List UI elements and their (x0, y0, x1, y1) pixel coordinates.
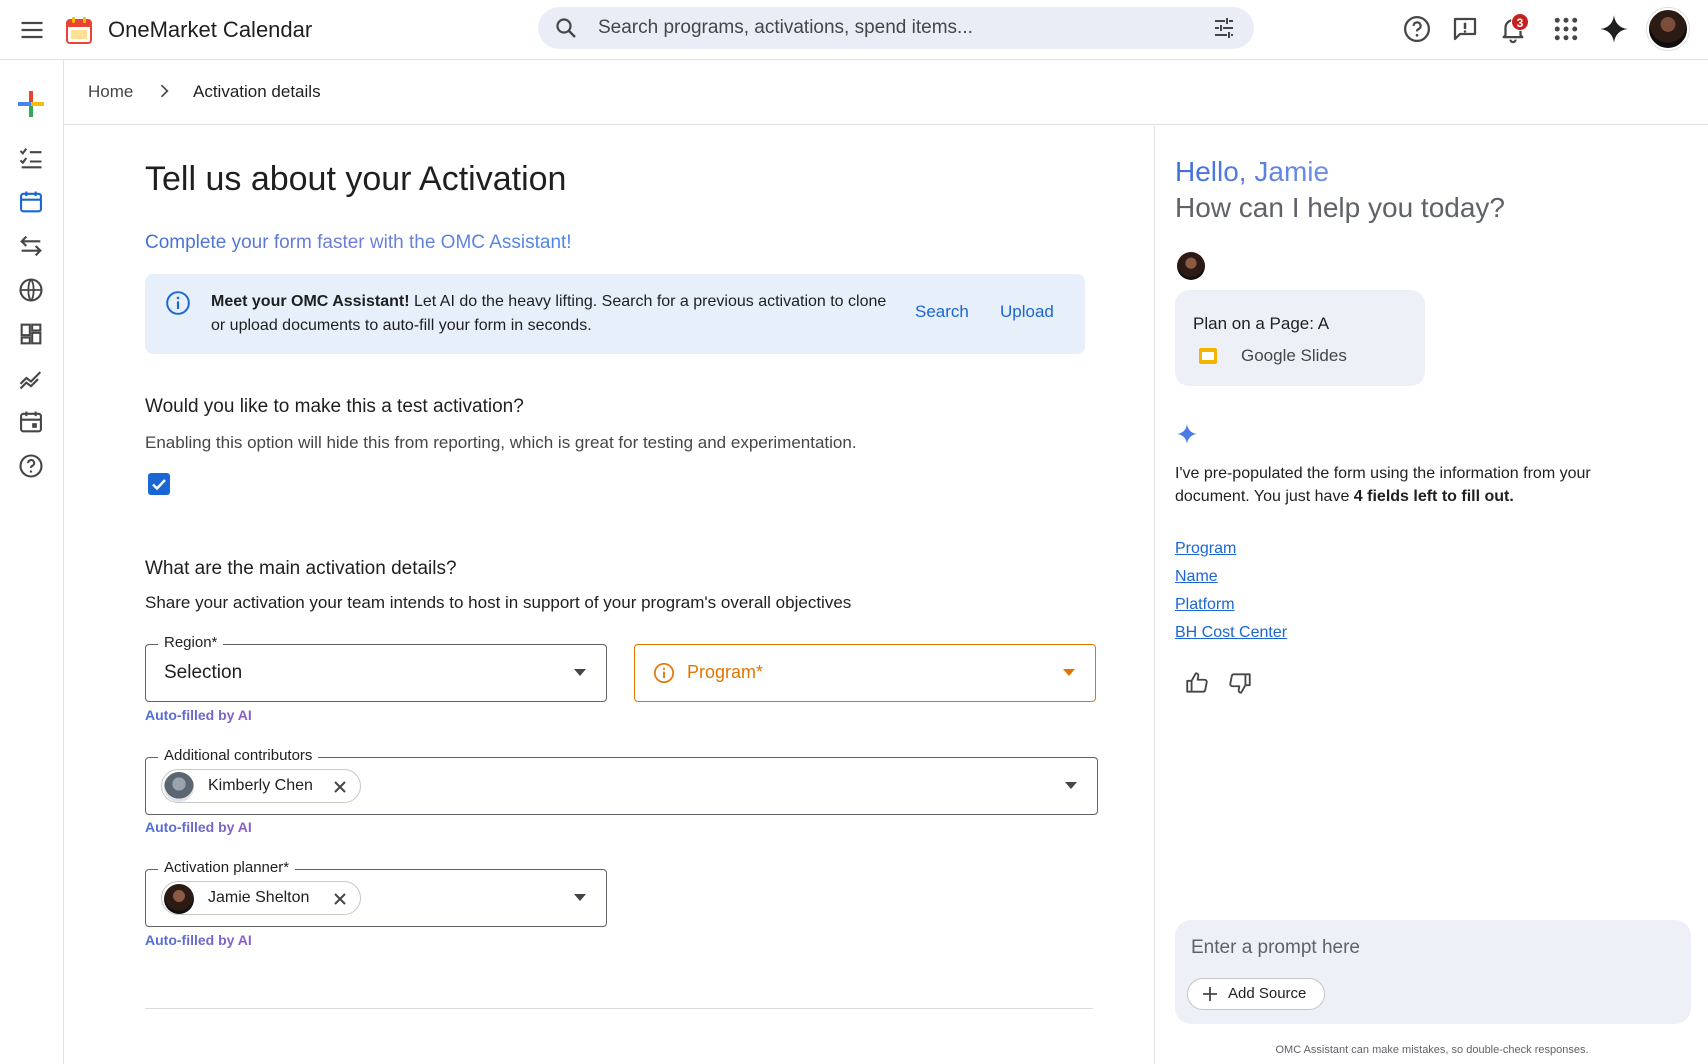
dropdown-arrow-icon (1063, 669, 1075, 676)
breadcrumb-current: Activation details (193, 82, 321, 101)
filter-tune-icon[interactable] (1212, 16, 1236, 40)
event-calendar-icon[interactable] (17, 408, 45, 436)
activation-details-heading: What are the main activation details? (145, 558, 457, 579)
assistant-disclaimer: OMC Assistant can make mistakes, so doub… (1275, 1044, 1589, 1056)
ai-sparkle-icon (1177, 424, 1197, 444)
dropdown-arrow-icon (1065, 782, 1077, 789)
chevron-right-icon (160, 84, 169, 98)
add-source-button[interactable]: Add Source (1187, 978, 1326, 1010)
thumbs-up-icon[interactable] (1184, 670, 1210, 696)
field-link-program[interactable]: Program (1175, 540, 1236, 558)
info-icon (166, 291, 190, 315)
document-name: Plan on a Page: A (1193, 314, 1330, 333)
search-input[interactable] (598, 7, 1188, 49)
search-icon[interactable] (554, 16, 578, 40)
tasks-checklist-icon[interactable] (17, 144, 45, 172)
document-card[interactable]: Plan on a Page: A Google Slides (1175, 290, 1425, 386)
program-select[interactable]: Program* (634, 644, 1096, 702)
region-autofill-note: Auto-filled by AI (145, 707, 252, 723)
notification-badge: 3 (1511, 13, 1529, 31)
remove-chip-close-icon[interactable] (330, 777, 350, 797)
assistant-promo-link[interactable]: Complete your form faster with the OMC A… (145, 232, 572, 254)
apps-grid-icon[interactable] (1551, 14, 1581, 44)
page-title: Tell us about your Activation (145, 160, 567, 198)
user-avatar (1177, 252, 1205, 280)
field-link-name[interactable]: Name (1175, 568, 1218, 586)
banner-bold-text: Meet your OMC Assistant! (211, 293, 410, 310)
breadcrumb-home-link[interactable]: Home (88, 82, 133, 102)
banner-search-button[interactable]: Search (915, 302, 969, 322)
google-slides-icon (1199, 348, 1217, 364)
region-label: Region* (158, 634, 224, 651)
checkmark-icon (152, 479, 166, 491)
help-icon[interactable] (1402, 14, 1432, 44)
planner-autofill-note: Auto-filled by AI (145, 932, 252, 948)
prompt-composer: Add Source (1175, 920, 1691, 1024)
field-link-platform[interactable]: Platform (1175, 596, 1235, 614)
feedback-icon[interactable] (1450, 14, 1480, 44)
calendar-icon[interactable] (17, 188, 45, 216)
dropdown-arrow-icon (574, 669, 586, 676)
contributor-avatar (164, 772, 194, 802)
assistant-subheading: How can I help you today? (1175, 192, 1505, 223)
assistant-message-bold: 4 fields left to fill out. (1353, 488, 1514, 505)
planner-chip: Jamie Shelton (161, 881, 361, 915)
help-circle-icon[interactable] (17, 452, 45, 480)
add-source-label: Add Source (1228, 985, 1307, 1002)
plus-icon (1203, 987, 1217, 1001)
prompt-input[interactable] (1191, 930, 1671, 966)
user-avatar[interactable] (1647, 8, 1689, 50)
navigation-rail (0, 60, 64, 1064)
activation-form: Tell us about your Activation Complete y… (64, 126, 1154, 1064)
contributor-name: Kimberly Chen (208, 777, 313, 794)
top-app-bar: OneMarket Calendar 3 (0, 0, 1708, 60)
banner-text: Meet your OMC Assistant! Let AI do the h… (211, 290, 891, 338)
remove-chip-close-icon[interactable] (330, 889, 350, 909)
contributors-select[interactable]: Additional contributors Kimberly Chen (145, 747, 1098, 815)
app-title: OneMarket Calendar (108, 17, 313, 42)
contributor-chip: Kimberly Chen (161, 769, 361, 803)
document-type: Google Slides (1241, 346, 1347, 365)
test-activation-description: Enabling this option will hide this from… (145, 433, 857, 452)
assistant-info-banner: Meet your OMC Assistant! Let AI do the h… (145, 274, 1085, 354)
activation-details-description: Share your activation your team intends … (145, 593, 852, 612)
search-bar[interactable] (538, 7, 1254, 49)
assistant-message: I've pre-populated the form using the in… (1175, 462, 1655, 508)
analytics-trend-icon[interactable] (17, 364, 45, 392)
dropdown-arrow-icon (574, 894, 586, 901)
thumbs-down-icon[interactable] (1227, 670, 1253, 696)
test-activation-checkbox[interactable] (148, 473, 170, 495)
planner-name: Jamie Shelton (208, 889, 310, 906)
contributors-autofill-note: Auto-filled by AI (145, 819, 252, 835)
breadcrumb: Home Activation details (64, 60, 1708, 125)
hamburger-menu-icon[interactable] (18, 16, 46, 44)
globe-icon[interactable] (17, 276, 45, 304)
program-label: Program* (687, 662, 764, 682)
assistant-greeting: Hello, Jamie (1175, 156, 1330, 187)
dashboard-icon[interactable] (17, 320, 45, 348)
section-divider (145, 1008, 1093, 1009)
activation-planner-select[interactable]: Activation planner* Jamie Shelton (145, 859, 607, 927)
warning-info-icon (654, 663, 674, 683)
banner-upload-button[interactable]: Upload (1000, 302, 1054, 322)
field-link-bh-cost-center[interactable]: BH Cost Center (1175, 624, 1287, 642)
create-plus-icon[interactable] (17, 90, 45, 118)
test-activation-question: Would you like to make this a test activ… (145, 396, 524, 417)
contributors-label: Additional contributors (158, 747, 319, 764)
planner-label: Activation planner* (158, 859, 296, 876)
ai-sparkle-icon[interactable] (1599, 14, 1629, 44)
calendar-logo-icon (66, 17, 92, 44)
region-select[interactable]: Region* Selection (145, 634, 607, 702)
region-value: Selection (164, 662, 243, 683)
assistant-panel: Hello, Jamie How can I help you today? P… (1154, 126, 1708, 1064)
planner-avatar (164, 884, 194, 914)
swap-arrows-icon[interactable] (17, 232, 45, 260)
